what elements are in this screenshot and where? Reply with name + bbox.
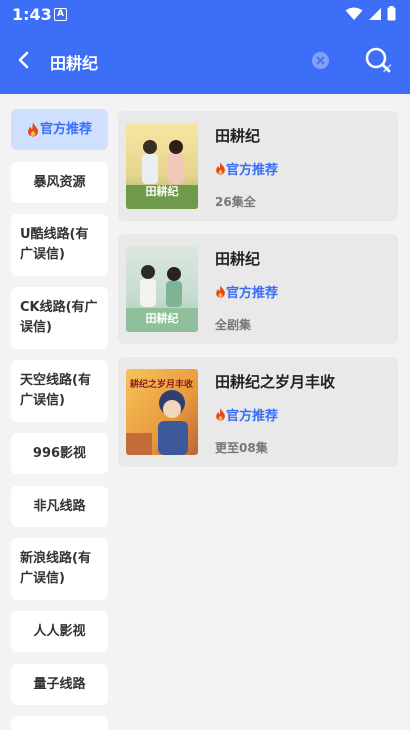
sidebar-item-label: 新浪线路(有广误信) (20, 551, 91, 586)
result-card[interactable]: 耕纪之岁月丰收 田耕纪之岁月丰收 官方推荐 更至08集 (118, 357, 398, 467)
sidebar-item-label: 非凡线路 (33, 498, 86, 514)
sidebar-item-ck[interactable]: CK线路(有广误信) (11, 287, 108, 349)
sidebar-item-996[interactable]: 996影视 (11, 433, 108, 474)
fire-icon (216, 408, 225, 421)
result-card[interactable]: 田耕纪 田耕纪 官方推荐 26集全 (118, 111, 398, 221)
result-tag: 官方推荐 (215, 405, 278, 424)
signal-icon (369, 7, 381, 20)
close-icon (316, 56, 325, 65)
result-tag-label: 官方推荐 (226, 286, 279, 301)
poster-title: 田耕纪 (146, 184, 179, 198)
clear-search-button[interactable] (312, 52, 329, 69)
fire-icon (27, 122, 38, 137)
fire-icon (216, 162, 225, 175)
search-button[interactable] (362, 44, 394, 76)
app-header: 1:43 A 田耕纪 (0, 0, 410, 94)
sidebar-item-label: 人人影视 (33, 623, 86, 639)
poster-image: 耕纪之岁月丰收 (126, 369, 198, 455)
sidebar-item-renren[interactable]: 人人影视 (11, 611, 108, 652)
back-button[interactable] (10, 46, 38, 74)
result-title: 田耕纪 (215, 127, 261, 145)
status-icons (345, 6, 396, 21)
poster-image: 田耕纪 (126, 123, 198, 209)
result-title: 田耕纪之岁月丰收 (215, 373, 336, 391)
search-icon (365, 47, 392, 73)
result-tag-label: 官方推荐 (226, 409, 279, 424)
search-input[interactable]: 田耕纪 (50, 50, 98, 74)
wifi-icon (345, 7, 363, 20)
result-tag: 官方推荐 (215, 159, 278, 178)
sidebar-item-feifan[interactable]: 非凡线路 (11, 486, 108, 527)
fire-icon (216, 285, 225, 298)
notification-app-icon: A (54, 8, 67, 21)
battery-icon (387, 6, 396, 21)
sidebar-item-partial[interactable] (11, 716, 108, 730)
poster-title: 耕纪之岁月丰收 (130, 378, 193, 390)
chevron-left-icon (18, 51, 29, 69)
status-time: 1:43 (12, 5, 52, 24)
sidebar-item-label: 量子线路 (33, 676, 86, 692)
sidebar-item-label: 996影视 (32, 445, 87, 461)
sidebar-item-official[interactable]: 官方推荐 (11, 109, 108, 150)
status-bar: 1:43 A (0, 0, 410, 30)
result-episodes: 全剧集 (215, 318, 252, 332)
result-tag-label: 官方推荐 (226, 163, 279, 178)
poster-title: 田耕纪 (146, 311, 179, 325)
sidebar-item-label: U酷线路(有广误信) (20, 227, 89, 262)
sidebar-item-baofeng[interactable]: 暴风资源 (11, 162, 108, 203)
poster-image: 田耕纪 (126, 246, 198, 332)
sidebar-item-xinlang[interactable]: 新浪线路(有广误信) (11, 538, 108, 600)
result-title: 田耕纪 (215, 250, 261, 268)
sidebar-item-uku[interactable]: U酷线路(有广误信) (11, 214, 108, 276)
sidebar-item-liangzi[interactable]: 量子线路 (11, 664, 108, 705)
search-bar: 田耕纪 (0, 40, 410, 80)
result-episodes: 更至08集 (215, 441, 268, 455)
sidebar-item-label: 天空线路(有广误信) (20, 373, 91, 408)
sidebar-item-label: 官方推荐 (39, 121, 92, 137)
sidebar-item-label: 暴风资源 (33, 174, 86, 190)
result-card[interactable]: 田耕纪 田耕纪 官方推荐 全剧集 (118, 234, 398, 344)
sidebar-item-tiankong[interactable]: 天空线路(有广误信) (11, 360, 108, 422)
result-episodes: 26集全 (215, 195, 256, 209)
source-sidebar: 官方推荐 暴风资源 U酷线路(有广误信) CK线路(有广误信) 天空线路(有广误… (0, 94, 118, 730)
result-tag: 官方推荐 (215, 282, 278, 301)
sidebar-item-label: CK线路(有广误信) (20, 300, 98, 335)
